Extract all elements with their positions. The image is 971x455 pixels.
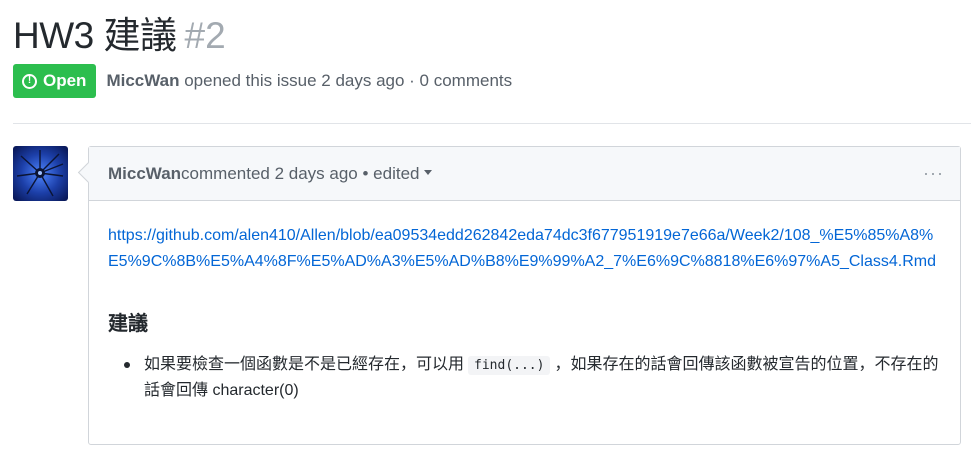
edit-history-dropdown-icon[interactable]	[424, 170, 433, 175]
issue-title-row: HW3 建議 #2	[13, 12, 226, 60]
issue-meta-text: MiccWan opened this issue 2 days ago · 0…	[106, 71, 512, 91]
comment-options-icon[interactable]: ···	[923, 163, 944, 183]
comment-meta: commented 2 days ago • edited	[181, 163, 420, 183]
avatar-image	[13, 146, 68, 201]
inline-code: find(...)	[468, 356, 551, 375]
comment-link[interactable]: https://github.com/alen410/Allen/blob/ea…	[108, 223, 941, 275]
issue-meta-detail: opened this issue 2 days ago · 0 comment…	[179, 71, 513, 90]
comment-heading: 建議	[108, 313, 148, 335]
comment-author-link[interactable]: MiccWan	[108, 164, 181, 184]
issue-opened-icon: !	[22, 73, 37, 89]
state-label: Open	[43, 71, 87, 90]
list-item: 如果要檢查一個函數是不是已經存在，可以用 find(...) ，如果存在的話會回傳該…	[108, 352, 941, 403]
issue-meta: ! Open MiccWan opened this issue 2 days …	[13, 64, 512, 98]
comment-header: MiccWan commented 2 days ago • edited ··…	[89, 147, 960, 201]
issue-number: #2	[184, 15, 226, 56]
issue-author-link[interactable]: MiccWan	[106, 71, 179, 90]
comment: MiccWan commented 2 days ago • edited ··…	[88, 146, 961, 445]
comment-bullet-list: 如果要檢查一個函數是不是已經存在，可以用 find(...) ，如果存在的話會回傳該…	[108, 352, 941, 403]
header-divider	[13, 123, 971, 124]
state-badge: ! Open	[13, 64, 97, 98]
issue-title: HW3 建議	[13, 15, 177, 56]
bullet-text-before: 如果要檢查一個函數是不是已經存在，可以用	[144, 356, 465, 373]
comment-body: https://github.com/alen410/Allen/blob/ea…	[89, 201, 960, 403]
avatar[interactable]	[13, 146, 68, 201]
